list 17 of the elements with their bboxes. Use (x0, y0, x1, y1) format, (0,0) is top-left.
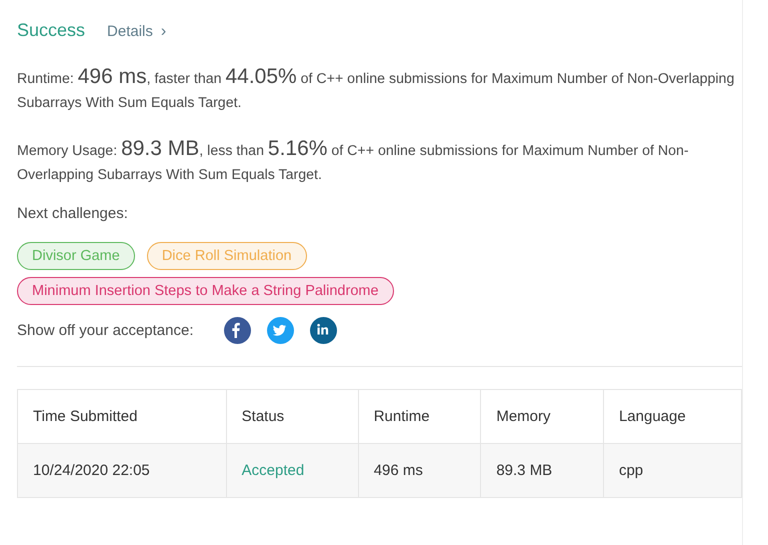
status-cell: Accepted (226, 444, 358, 498)
details-link[interactable]: Details › (107, 23, 166, 41)
table-cell: cpp (603, 444, 742, 498)
challenge-tag[interactable]: Divisor Game (17, 242, 135, 270)
facebook-icon[interactable] (224, 317, 250, 344)
column-header: Time Submitted (18, 390, 226, 444)
table-cell: 89.3 MB (480, 444, 604, 498)
result-title: Success (17, 20, 86, 41)
share-label: Show off your acceptance: (17, 322, 194, 339)
twitter-icon[interactable] (266, 317, 294, 344)
stat-sentence: Runtime: 496 ms, faster than 44.05% of C++ online submissions for Maximum Number of Non-Overlapping Subarrays With Sum Equals Target. (17, 65, 736, 113)
next-challenges-label: Next challenges: (17, 205, 129, 222)
table-cell: 496 ms (358, 444, 481, 498)
linkedin-icon[interactable] (310, 317, 336, 344)
stat-sentence: Memory Usage: 89.3 MB, less than 5.16% of C++ online submissions for Maximum Number of Non-Overlapping Subarrays With Sum Equals Target. (17, 137, 690, 185)
table-cell: 10/24/2020 22:05 (18, 444, 226, 498)
challenge-tag[interactable]: Minimum Insertion Steps to Make a String Palindrome (17, 277, 394, 305)
